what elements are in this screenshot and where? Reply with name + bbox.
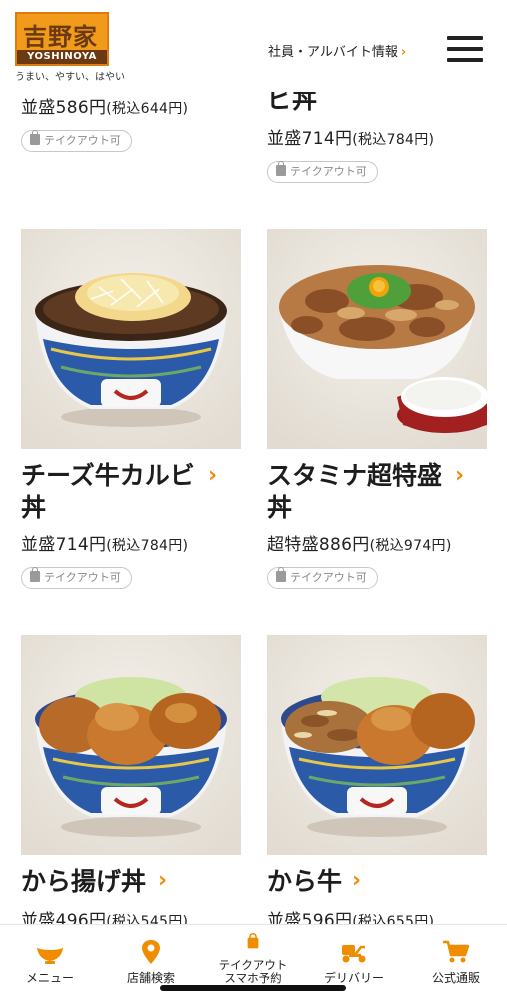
bowl-icon [37, 944, 63, 964]
logo-badge: 吉野家 YOSHINOYA [15, 12, 109, 66]
nav-takeout-line2: スマホ予約 [224, 971, 282, 985]
price-value: 並盛586円 [21, 98, 107, 118]
nav-delivery-label: デリバリー [323, 971, 384, 985]
chevron-right-icon[interactable]: › [455, 463, 464, 488]
delivery-scooter-icon [342, 945, 366, 963]
nav-menu-label: メニュー [25, 971, 74, 985]
hamburger-line [447, 36, 483, 40]
price-value: 並盛714円 [267, 129, 353, 149]
cheese-kalbi-don-photo[interactable] [21, 229, 241, 449]
stamina-don-photo[interactable] [267, 229, 487, 449]
takeout-label: テイクアウト可 [44, 571, 121, 584]
takeout-label: テイクアウト可 [44, 134, 121, 147]
menu-item-name[interactable]: スタミナ超特盛丼 [267, 460, 447, 524]
price-tax: (税込784円) [352, 132, 435, 148]
takeout-badge: テイクアウト可 [267, 567, 378, 589]
hamburger-line [447, 58, 483, 62]
takeout-badge: テイクアウト可 [21, 567, 132, 589]
hamburger-menu-button[interactable] [447, 36, 483, 64]
bag-icon [276, 161, 286, 176]
logo-tagline: うまい、やすい、はやい [15, 72, 125, 83]
map-pin-icon [142, 940, 160, 964]
shopping-cart-icon [443, 940, 470, 963]
nav-takeout-label: テイクアウト スマホ予約 [203, 959, 303, 985]
karaage-don-photo[interactable] [21, 635, 241, 855]
takeout-badge: テイクアウト可 [21, 130, 132, 152]
menu-item-price: 並盛714円(税込784円) [267, 124, 434, 149]
home-indicator[interactable] [160, 985, 346, 991]
staff-recruit-label: 社員・アルバイト情報 [268, 45, 398, 60]
takeout-bag-icon [247, 933, 259, 949]
logo-roman: YOSHINOYA [17, 50, 107, 64]
chevron-right-icon[interactable]: › [208, 463, 217, 488]
bag-icon [276, 567, 286, 582]
takeout-label: テイクアウト可 [290, 571, 367, 584]
price-tax: (税込974円) [369, 538, 452, 554]
kara-gyu-photo[interactable] [267, 635, 487, 855]
header: 吉野家 YOSHINOYA うまい、やすい、はやい 社員・アルバイト情報 › [0, 0, 507, 92]
nav-official-shop-label: 公式通販 [431, 971, 480, 985]
menu-item-name[interactable]: から揚げ丼 [21, 866, 171, 898]
logo-kanji: 吉野家 [23, 22, 98, 51]
menu-item-name[interactable]: チーズ牛カルビ丼 [21, 460, 201, 524]
staff-recruit-link[interactable]: 社員・アルバイト情報 › [268, 41, 406, 60]
price-tax: (税込784円) [106, 538, 189, 554]
chevron-right-icon: › [400, 45, 407, 60]
nav-official-shop[interactable]: 公式通販 [406, 925, 506, 995]
menu-item-price: 超特盛886円(税込974円) [267, 530, 452, 555]
price-tax: (税込644円) [106, 101, 189, 117]
menu-item-price: 並盛714円(税込784円) [21, 530, 188, 555]
nav-menu[interactable]: メニュー [0, 925, 100, 995]
takeout-badge: テイクアウト可 [267, 161, 378, 183]
chevron-right-icon[interactable]: › [352, 868, 361, 893]
takeout-label: テイクアウト可 [290, 165, 367, 178]
bag-icon [30, 567, 40, 582]
yoshinoya-logo[interactable]: 吉野家 YOSHINOYA うまい、やすい、はやい [15, 12, 125, 83]
hamburger-line [447, 47, 483, 51]
menu-item-price: 並盛586円(税込644円) [21, 93, 188, 118]
nav-store-search-label: 店舗検索 [126, 971, 175, 985]
price-value: 並盛714円 [21, 535, 107, 555]
bag-icon [30, 130, 40, 145]
price-value: 超特盛886円 [267, 535, 370, 555]
chevron-right-icon[interactable]: › [158, 868, 167, 893]
